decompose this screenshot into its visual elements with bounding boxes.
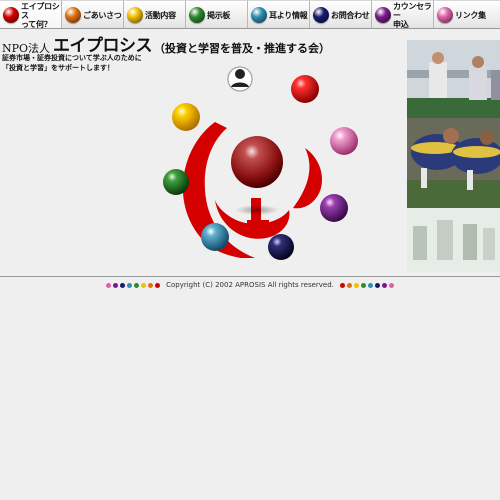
footer-divider [0, 276, 500, 277]
nav-tab-links[interactable]: リンク集 [434, 0, 500, 28]
dot-icon [148, 282, 154, 288]
dot-icon [134, 282, 140, 288]
dot-icon [381, 282, 387, 288]
dot-icon [374, 282, 380, 288]
ball-icon [313, 7, 329, 23]
dot-icon [120, 282, 126, 288]
ball-icon [189, 7, 205, 23]
nav-tab-label: リンク集 [455, 10, 486, 20]
main-nav: エイプロシス って何？ ごあいさつ 活動内容 掲示板 耳より情報 お問合わせ カウンセラー … [0, 0, 500, 29]
nav-tab-about[interactable]: エイプロシス って何？ [0, 0, 62, 29]
ball-icon [375, 7, 391, 23]
copyright-text: Copyright (C) 2002 APROSIS All rights re… [166, 281, 334, 289]
rugby-photo-strip [407, 40, 500, 272]
nav-tab-activities[interactable]: 活動内容 [124, 0, 186, 28]
ball-icon [251, 7, 267, 23]
nav-tab-label: エイプロシス って何？ [21, 1, 60, 29]
nav-tab-contact[interactable]: お問合わせ [310, 0, 372, 28]
nav-tab-label: 掲示板 [207, 10, 231, 20]
dot-icon [106, 282, 112, 288]
dot-icon [353, 282, 359, 288]
ball-icon [3, 7, 19, 23]
dot-icon [141, 282, 147, 288]
dot-icon [360, 282, 366, 288]
dot-icon [155, 282, 161, 288]
ball-icon [65, 7, 81, 23]
footer-dots-left [106, 282, 161, 288]
nav-tab-label: カウンセラー 申込 [393, 1, 432, 29]
footer: Copyright (C) 2002 APROSIS All rights re… [0, 279, 500, 291]
nav-tab-label: 活動内容 [145, 10, 176, 20]
ball-icon [127, 7, 143, 23]
dot-icon [388, 282, 394, 288]
nav-tab-info[interactable]: 耳より情報 [248, 0, 310, 28]
aprosis-logo [163, 66, 358, 260]
nav-tab-bbs[interactable]: 掲示板 [186, 0, 248, 28]
dot-icon [339, 282, 345, 288]
dot-icon [346, 282, 352, 288]
footer-dots-right [339, 282, 394, 288]
nav-tab-greeting[interactable]: ごあいさつ [62, 0, 124, 28]
nav-tab-label: ごあいさつ [83, 10, 122, 20]
dot-icon [367, 282, 373, 288]
nav-tab-counselor[interactable]: カウンセラー 申込 [372, 0, 434, 29]
nav-tab-label: 耳より情報 [269, 10, 308, 20]
dot-icon [127, 282, 133, 288]
dot-icon [113, 282, 119, 288]
ball-icon [437, 7, 453, 23]
nav-tab-label: お問合わせ [331, 10, 370, 20]
